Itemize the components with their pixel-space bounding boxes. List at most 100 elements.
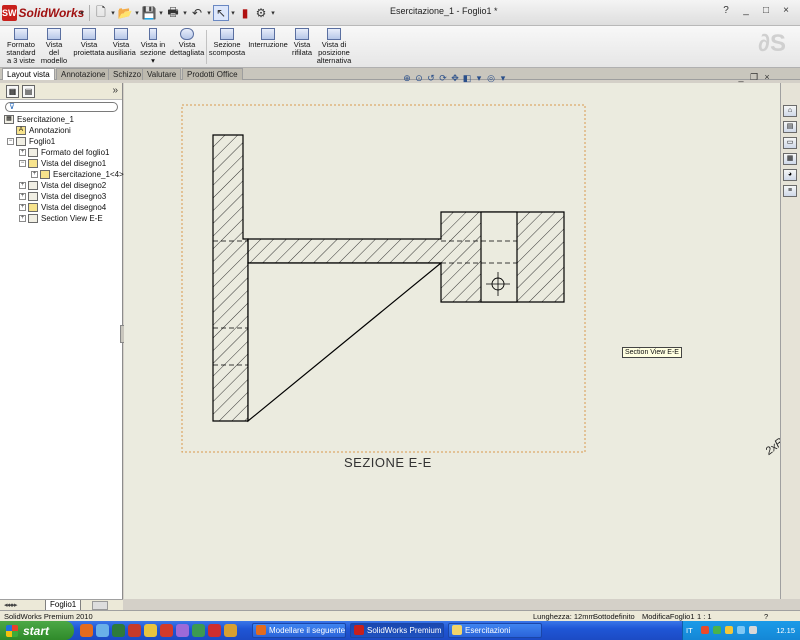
start-button[interactable]: start xyxy=(0,621,74,640)
undo-dropdown-icon[interactable]: ▾ xyxy=(205,9,213,17)
document-restore-button[interactable]: ❐ xyxy=(749,72,759,83)
open-dropdown-icon[interactable]: ▾ xyxy=(133,9,141,17)
standard-3-view-button[interactable]: Formato standard a 3 viste xyxy=(6,28,36,65)
new-dropdown-icon[interactable]: ▾ xyxy=(109,9,117,17)
print-dropdown-icon[interactable]: ▾ xyxy=(181,9,189,17)
tree-item-drawing-view-4[interactable]: + Vista del disegno4 xyxy=(19,202,106,213)
undo-icon[interactable]: ↶ xyxy=(189,5,205,21)
hub-bore[interactable] xyxy=(480,211,518,303)
display-style-dropdown-icon[interactable]: ▾ xyxy=(474,73,484,83)
alternate-position-view-button[interactable]: Vista di posizione alternativa xyxy=(316,28,352,65)
hide-show-dropdown-icon[interactable]: ▾ xyxy=(498,73,508,83)
tree-item-sheet-format[interactable]: + Formato del foglio1 xyxy=(19,147,109,158)
break-button[interactable]: Interruzione xyxy=(248,28,288,49)
tab-layout-vista[interactable]: Layout vista xyxy=(2,68,55,80)
expand-toggle[interactable]: + xyxy=(19,149,26,156)
tray-icon-3[interactable] xyxy=(725,626,733,634)
volume-icon[interactable] xyxy=(749,626,757,634)
document-close-button[interactable]: × xyxy=(762,72,772,83)
broken-out-section-button[interactable]: Sezione scomposta xyxy=(209,28,245,57)
tree-item-part[interactable]: + Esercitazione_1<4> xyxy=(31,169,124,180)
internet-explorer-icon[interactable] xyxy=(96,624,109,637)
select-cursor-icon[interactable]: ↖ xyxy=(213,5,229,21)
tree-item-sheet[interactable]: − Foglio1 xyxy=(7,136,55,147)
expand-toggle[interactable]: + xyxy=(19,204,26,211)
rotate-view-icon[interactable]: ⟳ xyxy=(438,73,448,83)
task-browser-window[interactable]: Modellare il seguente ... xyxy=(252,623,346,638)
tree-filter-input[interactable]: ⊽ xyxy=(5,102,118,112)
view-palette-icon[interactable]: ▦ xyxy=(783,153,797,165)
tray-icon-4[interactable] xyxy=(737,626,745,634)
tree-item-section-view[interactable]: + Section View E-E xyxy=(19,213,103,224)
tab-schizzo[interactable]: Schizzo xyxy=(108,68,147,80)
tree-item-drawing-view-2[interactable]: + Vista del disegno2 xyxy=(19,180,106,191)
solidworks-resources-icon[interactable]: ⌂ xyxy=(783,105,797,117)
custom-properties-icon[interactable]: ≡ xyxy=(783,185,797,197)
section-view-caption[interactable]: SEZIONE E-E xyxy=(344,455,432,470)
model-view-button[interactable]: Vista del modello xyxy=(40,28,68,65)
drawing-area[interactable] xyxy=(124,83,780,599)
crop-view-button[interactable]: Vista rifilata xyxy=(290,28,314,57)
vertical-flange[interactable] xyxy=(212,134,249,422)
task-solidworks[interactable]: SolidWorks Premium 2... xyxy=(350,623,444,638)
select-dropdown-icon[interactable]: ▾ xyxy=(229,9,237,17)
sheet-nav-arrows-icon[interactable]: ◂◂◂▸▸ xyxy=(4,601,18,609)
tray-icon-2[interactable] xyxy=(713,626,721,634)
language-indicator[interactable]: IT xyxy=(686,626,693,635)
quicklaunch-icon-5[interactable] xyxy=(144,624,157,637)
status-help-icon[interactable]: ? xyxy=(764,612,768,621)
quicklaunch-icon-4[interactable] xyxy=(128,624,141,637)
design-library-icon[interactable]: ▤ xyxy=(783,121,797,133)
previous-view-icon[interactable]: ↺ xyxy=(426,73,436,83)
tab-valutare[interactable]: Valutare xyxy=(142,68,182,80)
display-style-icon[interactable]: ◧ xyxy=(462,73,472,83)
menu-arrow-icon[interactable]: ▾ xyxy=(78,9,86,17)
pan-icon[interactable]: ✥ xyxy=(450,73,460,83)
file-explorer-icon[interactable]: ▭ xyxy=(783,137,797,149)
minimize-button[interactable]: _ xyxy=(738,4,754,18)
tree-item-drawing-view-3[interactable]: + Vista del disegno3 xyxy=(19,191,106,202)
tab-annotazione[interactable]: Annotazione xyxy=(56,68,111,80)
feature-manager-tree-icon[interactable]: ▦ xyxy=(6,85,19,98)
save-icon[interactable]: 💾 xyxy=(141,5,157,21)
quicklaunch-icon-8[interactable] xyxy=(192,624,205,637)
options-icon[interactable]: ⚙ xyxy=(253,5,269,21)
rebuild-traffic-light-icon[interactable]: ▮ xyxy=(237,5,253,21)
document-minimize-button[interactable]: _ xyxy=(736,72,746,83)
new-document-icon[interactable]: 🗋 xyxy=(93,5,109,21)
restore-button[interactable]: □ xyxy=(758,4,774,18)
property-manager-icon[interactable]: ▤ xyxy=(22,85,35,98)
solidworks-logo[interactable]: SW SolidWorks xyxy=(2,3,84,23)
options-dropdown-icon[interactable]: ▾ xyxy=(269,9,277,17)
add-sheet-icon[interactable] xyxy=(92,601,108,610)
section-dropdown-icon[interactable]: ▾ xyxy=(151,57,155,65)
expand-toggle[interactable]: + xyxy=(31,171,38,178)
expand-panel-icon[interactable]: » xyxy=(112,85,118,96)
open-folder-icon[interactable]: 📂 xyxy=(117,5,133,21)
expand-toggle[interactable]: + xyxy=(19,215,26,222)
close-button[interactable]: × xyxy=(778,4,794,18)
save-dropdown-icon[interactable]: ▾ xyxy=(157,9,165,17)
quicklaunch-icon-9[interactable] xyxy=(208,624,221,637)
quicklaunch-icon-10[interactable] xyxy=(224,624,237,637)
tree-item-drawing-view-1[interactable]: − Vista del disegno1 xyxy=(19,158,106,169)
quicklaunch-icon-7[interactable] xyxy=(176,624,189,637)
collapse-toggle[interactable]: − xyxy=(19,160,26,167)
projected-view-button[interactable]: Vista proiettata xyxy=(73,28,105,57)
tray-icon-1[interactable] xyxy=(701,626,709,634)
quicklaunch-icon-3[interactable] xyxy=(112,624,125,637)
rib-web[interactable] xyxy=(247,262,443,423)
expand-toggle[interactable]: + xyxy=(19,182,26,189)
expand-toggle[interactable]: + xyxy=(19,193,26,200)
zoom-to-area-icon[interactable]: ⊙ xyxy=(414,73,424,83)
detail-view-button[interactable]: Vista dettagliata xyxy=(170,28,204,57)
auxiliary-view-button[interactable]: Vista ausiliaria xyxy=(106,28,136,57)
section-view-button[interactable]: Vista in sezione ▾ xyxy=(140,28,166,65)
tab-prodotti-office[interactable]: Prodotti Office xyxy=(182,68,243,80)
appearances-icon[interactable]: ◕ xyxy=(783,169,797,181)
help-icon[interactable]: ? xyxy=(718,4,734,18)
tree-item-annotations[interactable]: A Annotazioni xyxy=(16,125,71,136)
print-icon[interactable]: 🖶 xyxy=(165,5,181,21)
task-explorer-folder[interactable]: Esercitazioni xyxy=(448,623,542,638)
quicklaunch-icon-6[interactable] xyxy=(160,624,173,637)
